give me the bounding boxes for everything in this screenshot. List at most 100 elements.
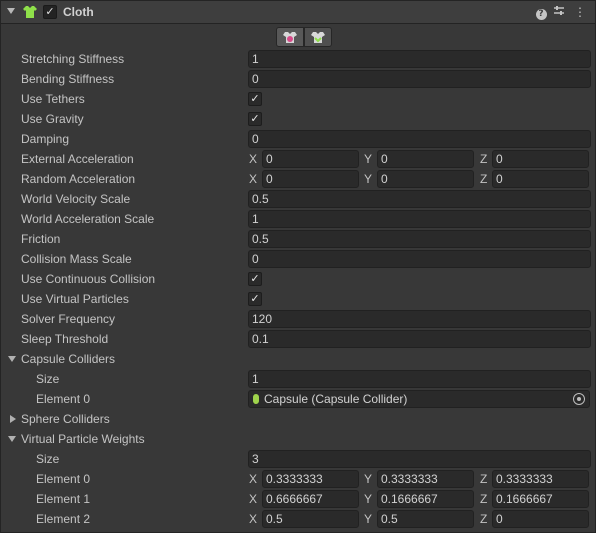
use-continuous-collision-label: Use Continuous Collision <box>21 272 156 286</box>
row-external-acceleration: External Acceleration X 0 Y 0 Z 0 <box>0 150 596 168</box>
component-enabled-checkbox[interactable]: ✓ <box>43 5 57 19</box>
row-random-acceleration: Random Acceleration X 0 Y 0 Z 0 <box>0 170 596 188</box>
row-capsule-colliders-size: Size 1 <box>0 370 596 388</box>
z-axis-label: Z <box>480 472 488 486</box>
edit-constraints-button[interactable] <box>276 27 304 47</box>
world-acceleration-scale-label: World Acceleration Scale <box>21 212 155 226</box>
row-capsule-colliders-element-0: Element 0 Capsule (Capsule Collider) <box>0 390 596 408</box>
use-gravity-checkbox[interactable]: ✓ <box>248 112 262 126</box>
random-acceleration-z-field[interactable]: 0 <box>492 170 589 188</box>
stretching-stiffness-field[interactable]: 1 <box>248 50 591 68</box>
row-solver-frequency: Solver Frequency 120 <box>0 310 596 328</box>
sphere-colliders-foldout[interactable]: Sphere Colliders <box>0 410 596 428</box>
external-acceleration-y-field[interactable]: 0 <box>377 150 474 168</box>
x-axis-label: X <box>249 152 258 166</box>
row-use-tethers: Use Tethers ✓ <box>0 90 596 108</box>
use-virtual-particles-checkbox[interactable]: ✓ <box>248 292 262 306</box>
use-continuous-collision-checkbox[interactable]: ✓ <box>248 272 262 286</box>
collision-mass-scale-label: Collision Mass Scale <box>21 252 132 266</box>
row-world-velocity-scale: World Velocity Scale 0.5 <box>0 190 596 208</box>
y-axis-label: Y <box>364 512 373 526</box>
sleep-threshold-field[interactable]: 0.1 <box>248 330 591 348</box>
y-axis-label: Y <box>364 152 373 166</box>
foldout-collapsed-icon[interactable] <box>10 415 16 423</box>
component-header[interactable]: ✓ Cloth ? ⋮ <box>1 1 595 24</box>
world-acceleration-scale-field[interactable]: 1 <box>248 210 591 228</box>
virtual-particle-weights-size-label: Size <box>36 452 60 466</box>
solver-frequency-label: Solver Frequency <box>21 312 116 326</box>
weights-element-1-y-field[interactable]: 0.1666667 <box>377 490 474 508</box>
edit-self-collision-icon <box>311 32 325 43</box>
world-velocity-scale-field[interactable]: 0.5 <box>248 190 591 208</box>
row-weights-element-2: Element 2 X 0.5 Y 0.5 Z 0 <box>0 510 596 528</box>
row-world-acceleration-scale: World Acceleration Scale 1 <box>0 210 596 228</box>
random-acceleration-x-field[interactable]: 0 <box>262 170 359 188</box>
capsule-colliders-foldout[interactable]: Capsule Colliders <box>0 350 596 368</box>
weights-element-2-x-field[interactable]: 0.5 <box>262 510 359 528</box>
external-acceleration-z-field[interactable]: 0 <box>492 150 589 168</box>
friction-field[interactable]: 0.5 <box>248 230 591 248</box>
foldout-expanded-icon[interactable] <box>8 356 16 362</box>
row-use-continuous-collision: Use Continuous Collision ✓ <box>0 270 596 288</box>
z-axis-label: Z <box>480 492 488 506</box>
weights-element-2-label: Element 2 <box>36 512 91 526</box>
capsule-colliders-label[interactable]: Capsule Colliders <box>21 352 115 366</box>
external-acceleration-x-field[interactable]: 0 <box>262 150 359 168</box>
use-tethers-checkbox[interactable]: ✓ <box>248 92 262 106</box>
row-friction: Friction 0.5 <box>0 230 596 248</box>
row-bending-stiffness: Bending Stiffness 0 <box>0 70 596 88</box>
weights-element-0-z-field[interactable]: 0.3333333 <box>492 470 589 488</box>
x-axis-label: X <box>249 512 258 526</box>
weights-element-0-y-field[interactable]: 0.3333333 <box>377 470 474 488</box>
random-acceleration-label: Random Acceleration <box>21 172 136 186</box>
z-axis-label: Z <box>480 152 488 166</box>
component-title: Cloth <box>63 5 94 19</box>
capsule-colliders-size-field[interactable]: 1 <box>248 370 591 388</box>
foldout-arrow-icon[interactable] <box>7 8 15 14</box>
bending-stiffness-field[interactable]: 0 <box>248 70 591 88</box>
row-use-gravity: Use Gravity ✓ <box>0 110 596 128</box>
y-axis-label: Y <box>364 492 373 506</box>
row-virtual-particle-weights-size: Size 3 <box>0 450 596 468</box>
row-damping: Damping 0 <box>0 130 596 148</box>
capsule-collider-value: Capsule (Capsule Collider) <box>264 392 408 406</box>
capsule-colliders-element-0-label: Element 0 <box>36 392 91 406</box>
z-axis-label: Z <box>480 172 488 186</box>
capsule-collider-object-field[interactable]: Capsule (Capsule Collider) <box>248 390 590 408</box>
solver-frequency-field[interactable]: 120 <box>248 310 591 328</box>
more-menu-icon[interactable]: ⋮ <box>573 5 587 19</box>
random-acceleration-y-field[interactable]: 0 <box>377 170 474 188</box>
collision-mass-scale-field[interactable]: 0 <box>248 250 591 268</box>
weights-element-1-x-field[interactable]: 0.6666667 <box>262 490 359 508</box>
damping-field[interactable]: 0 <box>248 130 591 148</box>
cloth-component-icon <box>23 6 37 18</box>
virtual-particle-weights-foldout[interactable]: Virtual Particle Weights <box>0 430 596 448</box>
weights-element-2-y-field[interactable]: 0.5 <box>377 510 474 528</box>
capsule-collider-icon <box>253 394 259 404</box>
weights-element-0-x-field[interactable]: 0.3333333 <box>262 470 359 488</box>
presets-icon[interactable] <box>552 5 566 19</box>
sphere-colliders-label[interactable]: Sphere Colliders <box>21 412 110 426</box>
edit-self-collision-button[interactable] <box>304 27 332 47</box>
use-gravity-label: Use Gravity <box>21 112 84 126</box>
damping-label: Damping <box>21 132 70 146</box>
weights-element-1-z-field[interactable]: 0.1666667 <box>492 490 589 508</box>
help-icon[interactable]: ? <box>534 5 548 20</box>
use-virtual-particles-label: Use Virtual Particles <box>21 292 129 306</box>
row-collision-mass-scale: Collision Mass Scale 0 <box>0 250 596 268</box>
x-axis-label: X <box>249 172 258 186</box>
capsule-colliders-size-label: Size <box>36 372 60 386</box>
bending-stiffness-label: Bending Stiffness <box>21 72 115 86</box>
external-acceleration-label: External Acceleration <box>21 152 134 166</box>
x-axis-label: X <box>249 492 258 506</box>
weights-element-2-z-field[interactable]: 0 <box>492 510 589 528</box>
row-weights-element-1: Element 1 X 0.6666667 Y 0.1666667 Z 0.16… <box>0 490 596 508</box>
object-picker-icon[interactable] <box>573 393 585 405</box>
virtual-particle-weights-size-field[interactable]: 3 <box>248 450 591 468</box>
weights-element-0-label: Element 0 <box>36 472 91 486</box>
z-axis-label: Z <box>480 512 488 526</box>
row-weights-element-0: Element 0 X 0.3333333 Y 0.3333333 Z 0.33… <box>0 470 596 488</box>
foldout-expanded-icon[interactable] <box>8 436 16 442</box>
virtual-particle-weights-label[interactable]: Virtual Particle Weights <box>21 432 145 446</box>
friction-label: Friction <box>21 232 61 246</box>
